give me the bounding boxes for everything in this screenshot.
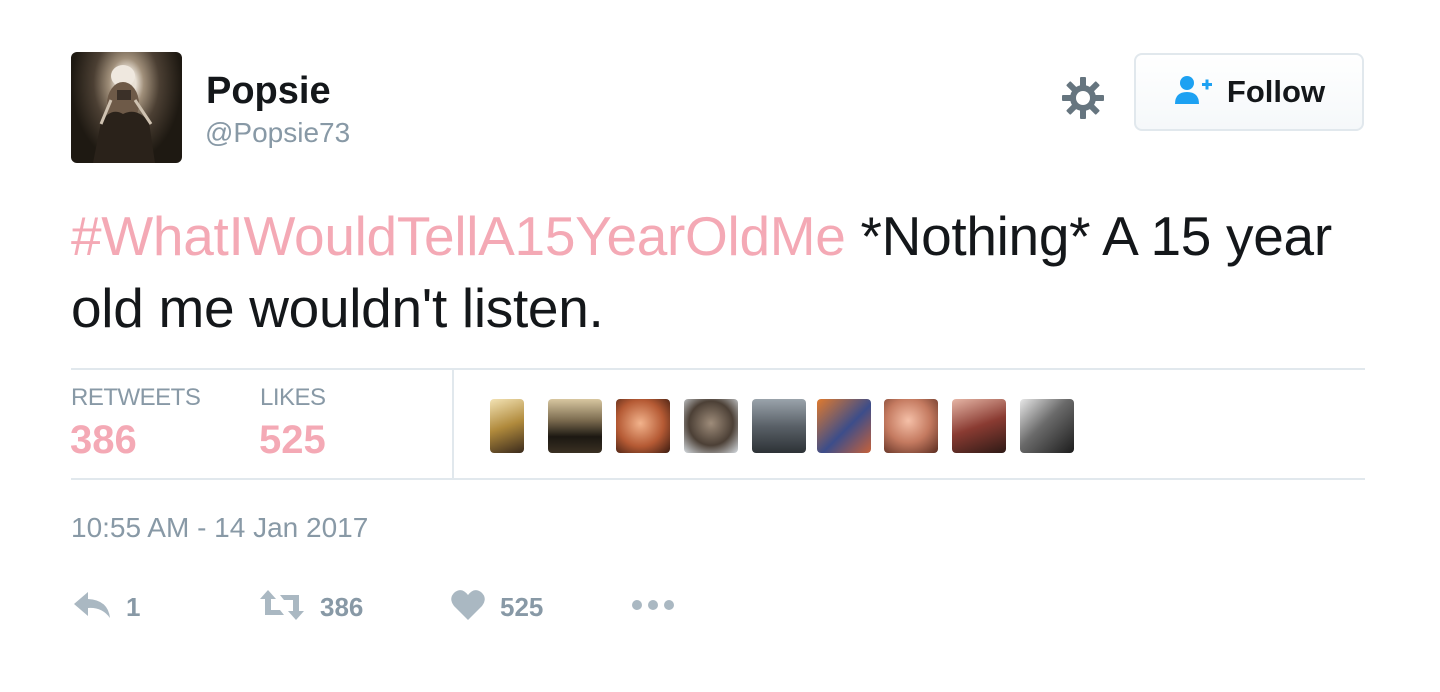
follow-user-icon	[1173, 74, 1213, 111]
retweets-label: RETWEETS	[71, 384, 201, 411]
heart-icon	[450, 589, 486, 626]
liker-avatar[interactable]	[490, 399, 524, 453]
retweet-count: 386	[320, 591, 364, 622]
liker-avatar[interactable]	[817, 399, 871, 453]
avatar[interactable]	[71, 52, 182, 163]
divider-top	[71, 368, 1365, 370]
tweet-timestamp[interactable]: 10:55 AM - 14 Jan 2017	[71, 512, 368, 544]
retweet-icon	[258, 588, 306, 627]
retweets-count[interactable]: 386	[70, 418, 137, 463]
like-count: 525	[500, 591, 544, 622]
follow-button[interactable]: Follow	[1134, 53, 1364, 131]
reply-button[interactable]: 1	[72, 585, 140, 629]
likes-label: LIKES	[260, 384, 326, 411]
liker-avatar[interactable]	[1020, 399, 1074, 453]
liker-avatar[interactable]	[884, 399, 938, 453]
tweet-card: Popsie @Popsie73 Follow #WhatIWouldTellA…	[0, 0, 1440, 692]
liker-avatar[interactable]	[752, 399, 806, 453]
reply-icon	[72, 589, 112, 626]
liker-avatar[interactable]	[952, 399, 1006, 453]
user-handle[interactable]: @Popsie73	[205, 116, 350, 150]
likes-count[interactable]: 525	[259, 418, 326, 463]
follow-button-label: Follow	[1226, 74, 1326, 109]
hashtag-link[interactable]: #WhatIWouldTellA15YearOldMe	[71, 205, 846, 267]
more-icon	[630, 598, 676, 617]
liker-avatar[interactable]	[684, 399, 738, 453]
gear-icon[interactable]	[1060, 75, 1106, 121]
tweet-text: #WhatIWouldTellA15YearOldMe *Nothing* A …	[71, 200, 1371, 344]
reply-count: 1	[126, 591, 141, 622]
liker-avatar[interactable]	[548, 399, 602, 453]
like-button[interactable]: 525	[450, 585, 543, 629]
more-button[interactable]	[630, 585, 676, 629]
stats-divider	[452, 369, 454, 479]
retweet-button[interactable]: 386	[258, 585, 363, 629]
user-display-name[interactable]: Popsie	[206, 70, 331, 112]
divider-bottom	[71, 478, 1365, 480]
liker-avatar[interactable]	[616, 399, 670, 453]
